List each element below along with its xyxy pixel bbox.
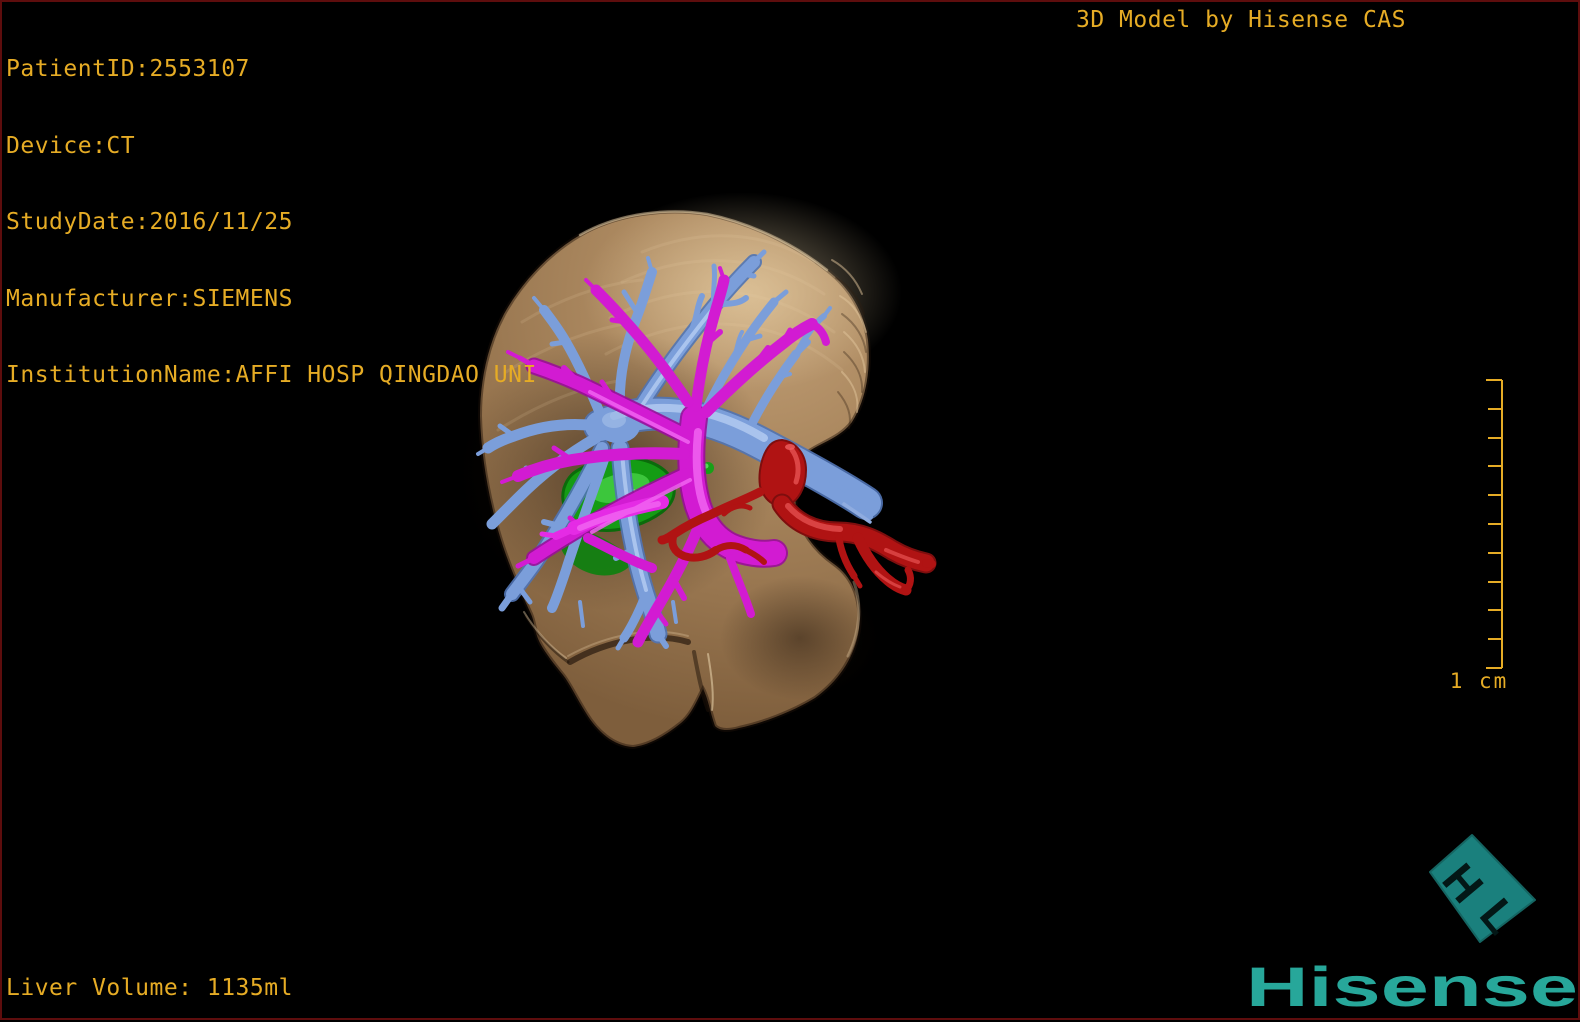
institution-line: InstitutionName:AFFI HOSP QINGDAO UNI bbox=[6, 362, 537, 388]
patient-id-line: PatientID:2553107 bbox=[6, 56, 250, 82]
scale-bar bbox=[1486, 379, 1503, 669]
cas-3d-model-window: { "header": { "lines": [ "PatientID:2553… bbox=[0, 0, 1580, 1020]
model-title: 3D Model by Hisense CAS bbox=[1076, 7, 1406, 33]
hisense-logotype: Hisense bbox=[1246, 955, 1578, 1018]
study-date-line: StudyDate:2016/11/25 bbox=[6, 209, 293, 235]
liver-volume-readout: Liver Volume: 1135ml bbox=[6, 975, 293, 1001]
manufacturer-line: Manufacturer:SIEMENS bbox=[6, 285, 293, 312]
device-line: Device:CT bbox=[6, 132, 136, 159]
scale-bar-label: 1 cm bbox=[1450, 669, 1509, 693]
hisense-emblem: H L bbox=[1429, 834, 1536, 943]
patient-info-block: PatientID:2553107 Device:CT StudyDate:20… bbox=[6, 6, 537, 414]
